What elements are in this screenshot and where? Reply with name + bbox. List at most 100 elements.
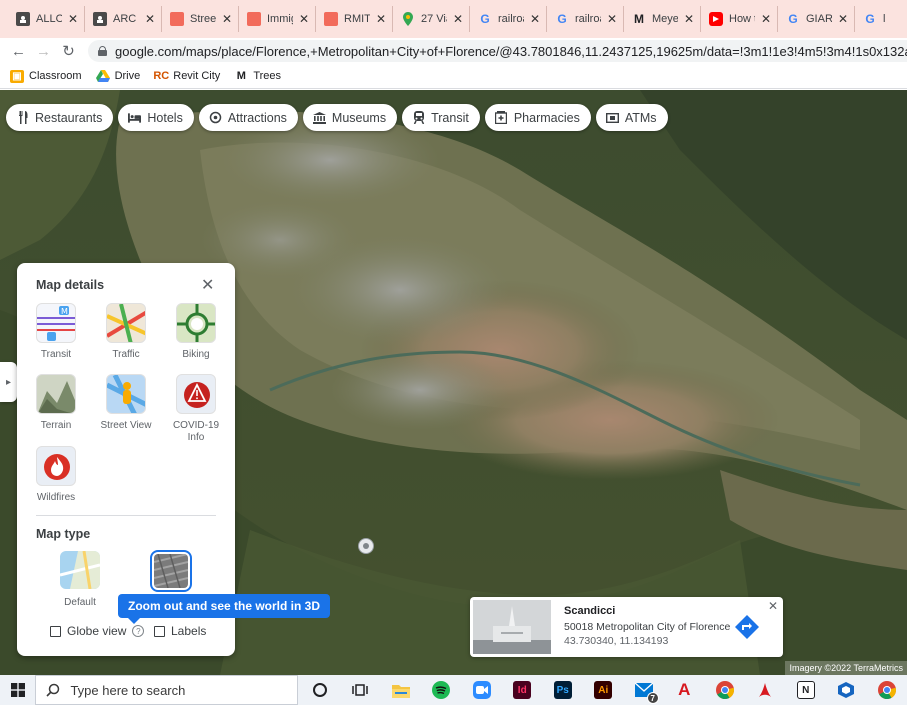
- close-tab-icon[interactable]: ✕: [453, 12, 463, 26]
- classroom-icon: [93, 12, 107, 26]
- photoshop-icon: Ps: [553, 681, 572, 699]
- google-icon: G: [788, 12, 798, 26]
- attraction-icon: [209, 111, 222, 124]
- browser-tab[interactable]: 27 Via ✕: [393, 6, 470, 32]
- help-icon[interactable]: ?: [132, 625, 145, 637]
- taskbar-app[interactable]: Ps: [543, 675, 584, 705]
- close-tab-icon[interactable]: ✕: [607, 12, 617, 26]
- tab-title: railroa: [498, 13, 524, 25]
- detail-traffic[interactable]: Traffic: [91, 303, 161, 361]
- close-tab-icon[interactable]: ✕: [222, 12, 232, 26]
- close-tab-icon[interactable]: ✕: [838, 12, 848, 26]
- browser-tab[interactable]: ALLOF ✕: [8, 6, 85, 32]
- tab-title: 27 Via: [421, 13, 447, 25]
- browser-tab[interactable]: Immig ✕: [239, 6, 316, 32]
- taskbar-app[interactable]: Ai: [583, 675, 624, 705]
- chip-transit[interactable]: Transit: [402, 104, 480, 131]
- taskbar-app[interactable]: [300, 675, 341, 705]
- taskbar-app[interactable]: N: [786, 675, 827, 705]
- sketchup-icon: [837, 681, 855, 699]
- start-button[interactable]: [0, 675, 35, 705]
- taskbar-app[interactable]: [462, 675, 503, 705]
- category-chips: Restaurants Hotels Attractions Museums T…: [6, 104, 668, 131]
- detail-wildfires[interactable]: Wildfires: [21, 446, 91, 504]
- restaurant-icon: [16, 111, 29, 124]
- tab-title: railroa: [575, 13, 601, 25]
- browser-tab[interactable]: RMIT ✕: [316, 6, 393, 32]
- classroom-icon: [16, 12, 30, 26]
- back-button[interactable]: ←: [6, 39, 31, 63]
- chip-atms[interactable]: ATMs: [595, 104, 668, 131]
- taskbar-app[interactable]: [826, 675, 867, 705]
- map-pin-icon[interactable]: [358, 538, 374, 554]
- globe-view-checkbox[interactable]: Globe view ?: [50, 624, 145, 638]
- transit-layer-icon: M: [36, 303, 76, 343]
- browser-tab[interactable]: Street ✕: [162, 6, 239, 32]
- mail-badge: 7: [646, 692, 659, 704]
- detail-transit[interactable]: M Transit: [21, 303, 91, 361]
- browser-tab[interactable]: M Meye ✕: [624, 6, 701, 32]
- indesign-icon: Id: [513, 681, 532, 699]
- classroom-icon: ▣: [10, 69, 24, 83]
- taskbar-app[interactable]: [745, 675, 786, 705]
- bookmark-drive[interactable]: Drive: [95, 70, 140, 83]
- zoom-icon: [472, 681, 491, 699]
- map-type-satellite[interactable]: [150, 550, 192, 592]
- bookmark-revit-city[interactable]: RC Revit City: [153, 70, 220, 83]
- taskbar-app[interactable]: Id: [502, 675, 543, 705]
- taskbar-app[interactable]: [381, 675, 422, 705]
- place-card[interactable]: Scandicci 50018 Metropolitan City of Flo…: [470, 597, 783, 657]
- chip-pharmacies[interactable]: Pharmacies: [484, 104, 591, 131]
- chip-restaurants[interactable]: Restaurants: [6, 104, 114, 131]
- detail-terrain[interactable]: Terrain: [21, 374, 91, 432]
- tab-title: Street: [190, 13, 216, 25]
- chip-museums[interactable]: Museums: [302, 104, 398, 131]
- taskbar-app[interactable]: [705, 675, 746, 705]
- address-bar[interactable]: google.com/maps/place/Florence,+Metropol…: [88, 40, 907, 62]
- directions-icon[interactable]: [735, 615, 759, 639]
- labels-checkbox[interactable]: Labels: [154, 624, 206, 638]
- close-tab-icon[interactable]: ✕: [684, 12, 694, 26]
- forward-button[interactable]: →: [31, 39, 56, 63]
- atm-icon: [605, 111, 619, 124]
- tab-title: RMIT: [344, 13, 370, 25]
- close-tab-icon[interactable]: ✕: [299, 12, 309, 26]
- taskbar-app[interactable]: 7: [624, 675, 665, 705]
- map-type-default[interactable]: Default: [50, 551, 110, 608]
- side-panel-toggle[interactable]: ▸: [0, 362, 17, 402]
- browser-tab[interactable]: Grailroa ✕: [470, 6, 547, 32]
- bookmark-classroom[interactable]: ▣ Classroom: [10, 69, 82, 83]
- taskbar-app[interactable]: [421, 675, 462, 705]
- detail-biking[interactable]: Biking: [161, 303, 231, 361]
- covid-layer-icon: [176, 374, 216, 414]
- close-tab-icon[interactable]: ✕: [376, 12, 386, 26]
- chip-attractions[interactable]: Attractions: [198, 104, 298, 131]
- chip-hotels[interactable]: Hotels: [118, 104, 194, 131]
- checkbox-box: [154, 625, 165, 637]
- browser-tab[interactable]: Grailroa ✕: [547, 6, 624, 32]
- wildfire-layer-icon: [36, 446, 76, 486]
- close-icon[interactable]: ✕: [768, 599, 778, 613]
- close-tab-icon[interactable]: ✕: [68, 12, 78, 26]
- google-icon: G: [557, 12, 567, 26]
- bookmark-trees[interactable]: M Trees: [234, 70, 281, 83]
- close-icon[interactable]: ✕: [201, 275, 214, 295]
- close-tab-icon[interactable]: ✕: [530, 12, 540, 26]
- detail-street-view[interactable]: Street View: [91, 374, 161, 432]
- close-tab-icon[interactable]: ✕: [145, 12, 155, 26]
- taskbar-app[interactable]: [340, 675, 381, 705]
- browser-tab[interactable]: ARC 2 ✕: [85, 6, 162, 32]
- browser-tab[interactable]: Gl: [855, 6, 907, 32]
- bookmarks-bar: ▣ Classroom Drive RC Revit City M Trees: [0, 64, 907, 89]
- taskbar-app[interactable]: A: [664, 675, 705, 705]
- search-icon: [46, 683, 60, 697]
- browser-tab[interactable]: How t ✕: [701, 6, 778, 32]
- taskbar-app[interactable]: [867, 675, 907, 705]
- windows-icon: [10, 683, 25, 697]
- taskbar-search[interactable]: Type here to search: [35, 675, 298, 705]
- browser-tab[interactable]: G GIARD ✕: [778, 6, 855, 32]
- reload-button[interactable]: ↻: [56, 39, 81, 63]
- close-tab-icon[interactable]: ✕: [761, 12, 771, 26]
- page-icon: [247, 12, 261, 26]
- detail-covid-info[interactable]: COVID-19 Info: [161, 374, 231, 444]
